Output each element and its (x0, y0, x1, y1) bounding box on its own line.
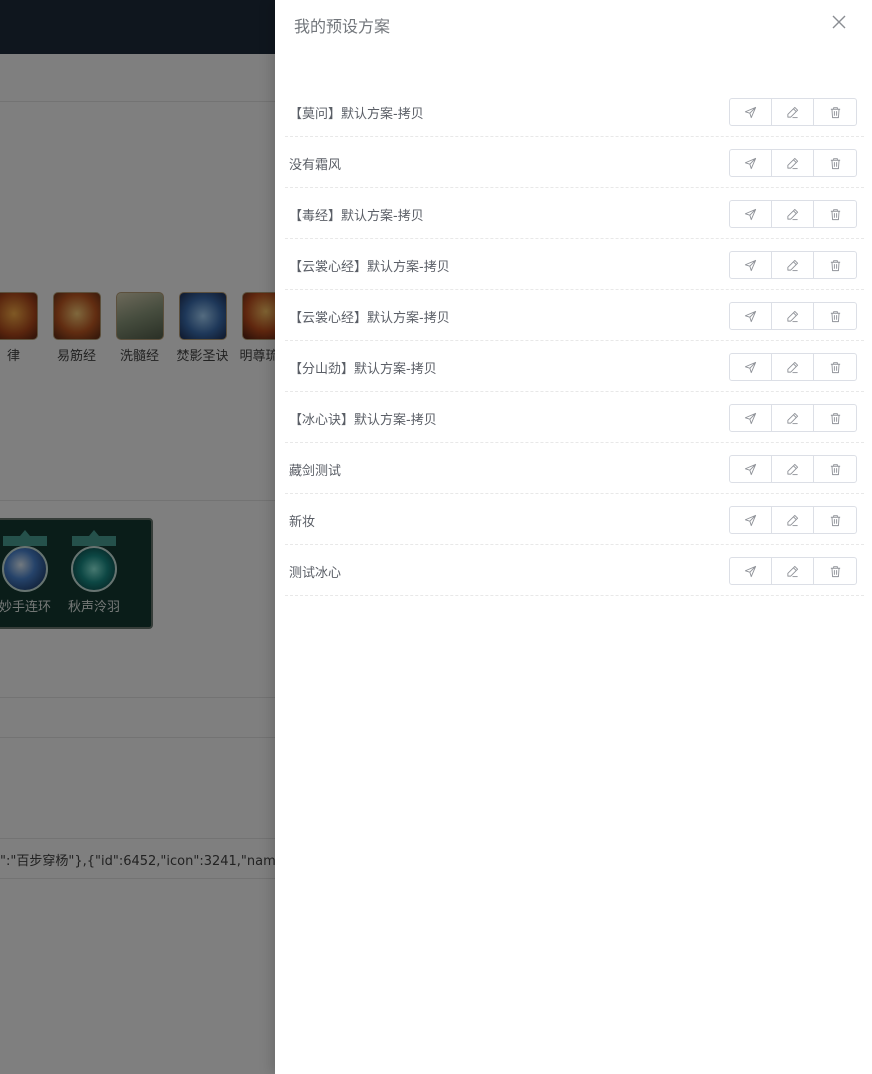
preset-name: 【云裳心经】默认方案-拷贝 (289, 260, 450, 275)
delete-icon (830, 514, 840, 526)
apply-button[interactable] (729, 302, 772, 330)
preset-name: 藏剑测试 (289, 464, 342, 479)
drawer-title: 我的预设方案 (294, 17, 391, 36)
edit-button[interactable] (771, 353, 814, 381)
edit-button[interactable] (771, 98, 814, 126)
preset-name: 没有霜风 (289, 158, 342, 173)
send-icon (744, 565, 757, 577)
preset-actions (729, 404, 859, 432)
preset-actions (729, 251, 859, 279)
preset-actions (729, 455, 859, 483)
apply-button[interactable] (729, 98, 772, 126)
preset-name: 新妆 (289, 515, 316, 530)
delete-button[interactable] (813, 455, 857, 483)
delete-icon (830, 361, 840, 373)
preset-actions (729, 557, 859, 585)
preset-actions (729, 302, 859, 330)
edit-icon (787, 514, 799, 526)
preset-name: 【分山劲】默认方案-拷贝 (289, 362, 437, 377)
edit-button[interactable] (771, 506, 814, 534)
delete-button[interactable] (813, 149, 857, 177)
delete-icon (830, 259, 840, 271)
preset-list: 【莫问】默认方案-拷贝 没有霜风 【毒经】默认方案-拷贝 【云裳心经】默认方案-… (285, 86, 864, 596)
apply-button[interactable] (729, 251, 772, 279)
send-icon (744, 157, 757, 169)
delete-icon (830, 463, 840, 475)
close-icon (832, 15, 846, 29)
preset-row: 【分山劲】默认方案-拷贝 (285, 341, 864, 392)
apply-button[interactable] (729, 506, 772, 534)
edit-button[interactable] (771, 557, 814, 585)
preset-name: 【莫问】默认方案-拷贝 (289, 107, 424, 122)
edit-button[interactable] (771, 455, 814, 483)
preset-drawer: 我的预设方案 【莫问】默认方案-拷贝 没有霜风 【毒经】默认方案-拷贝 【云裳心… (275, 0, 872, 1074)
delete-button[interactable] (813, 557, 857, 585)
delete-button[interactable] (813, 200, 857, 228)
edit-icon (787, 106, 799, 118)
preset-name: 【冰心诀】默认方案-拷贝 (289, 413, 437, 428)
preset-actions (729, 98, 859, 126)
edit-icon (787, 259, 799, 271)
delete-button[interactable] (813, 353, 857, 381)
edit-button[interactable] (771, 302, 814, 330)
send-icon (744, 463, 757, 475)
close-button[interactable] (828, 11, 850, 33)
send-icon (744, 412, 757, 424)
preset-row: 藏剑测试 (285, 443, 864, 494)
preset-row: 【毒经】默认方案-拷贝 (285, 188, 864, 239)
delete-icon (830, 208, 840, 220)
send-icon (744, 310, 757, 322)
preset-actions (729, 200, 859, 228)
edit-icon (787, 412, 799, 424)
apply-button[interactable] (729, 557, 772, 585)
preset-row: 新妆 (285, 494, 864, 545)
preset-name: 测试冰心 (289, 566, 342, 581)
edit-icon (787, 463, 799, 475)
preset-actions (729, 353, 859, 381)
edit-button[interactable] (771, 251, 814, 279)
preset-row: 测试冰心 (285, 545, 864, 596)
apply-button[interactable] (729, 200, 772, 228)
edit-icon (787, 361, 799, 373)
delete-button[interactable] (813, 251, 857, 279)
edit-icon (787, 208, 799, 220)
delete-icon (830, 412, 840, 424)
send-icon (744, 208, 757, 220)
edit-button[interactable] (771, 200, 814, 228)
delete-icon (830, 310, 840, 322)
preset-row: 【云裳心经】默认方案-拷贝 (285, 290, 864, 341)
send-icon (744, 106, 757, 118)
preset-actions (729, 506, 859, 534)
edit-icon (787, 565, 799, 577)
delete-icon (830, 157, 840, 169)
delete-button[interactable] (813, 506, 857, 534)
send-icon (744, 259, 757, 271)
edit-icon (787, 310, 799, 322)
preset-row: 【冰心诀】默认方案-拷贝 (285, 392, 864, 443)
delete-button[interactable] (813, 302, 857, 330)
edit-icon (787, 157, 799, 169)
preset-row: 【莫问】默认方案-拷贝 (285, 86, 864, 137)
edit-button[interactable] (771, 404, 814, 432)
preset-row: 没有霜风 (285, 137, 864, 188)
send-icon (744, 361, 757, 373)
apply-button[interactable] (729, 149, 772, 177)
preset-name: 【云裳心经】默认方案-拷贝 (289, 311, 450, 326)
apply-button[interactable] (729, 404, 772, 432)
edit-button[interactable] (771, 149, 814, 177)
delete-button[interactable] (813, 404, 857, 432)
delete-icon (830, 565, 840, 577)
preset-actions (729, 149, 859, 177)
apply-button[interactable] (729, 353, 772, 381)
preset-name: 【毒经】默认方案-拷贝 (289, 209, 424, 224)
preset-row: 【云裳心经】默认方案-拷贝 (285, 239, 864, 290)
send-icon (744, 514, 757, 526)
delete-button[interactable] (813, 98, 857, 126)
apply-button[interactable] (729, 455, 772, 483)
delete-icon (830, 106, 840, 118)
